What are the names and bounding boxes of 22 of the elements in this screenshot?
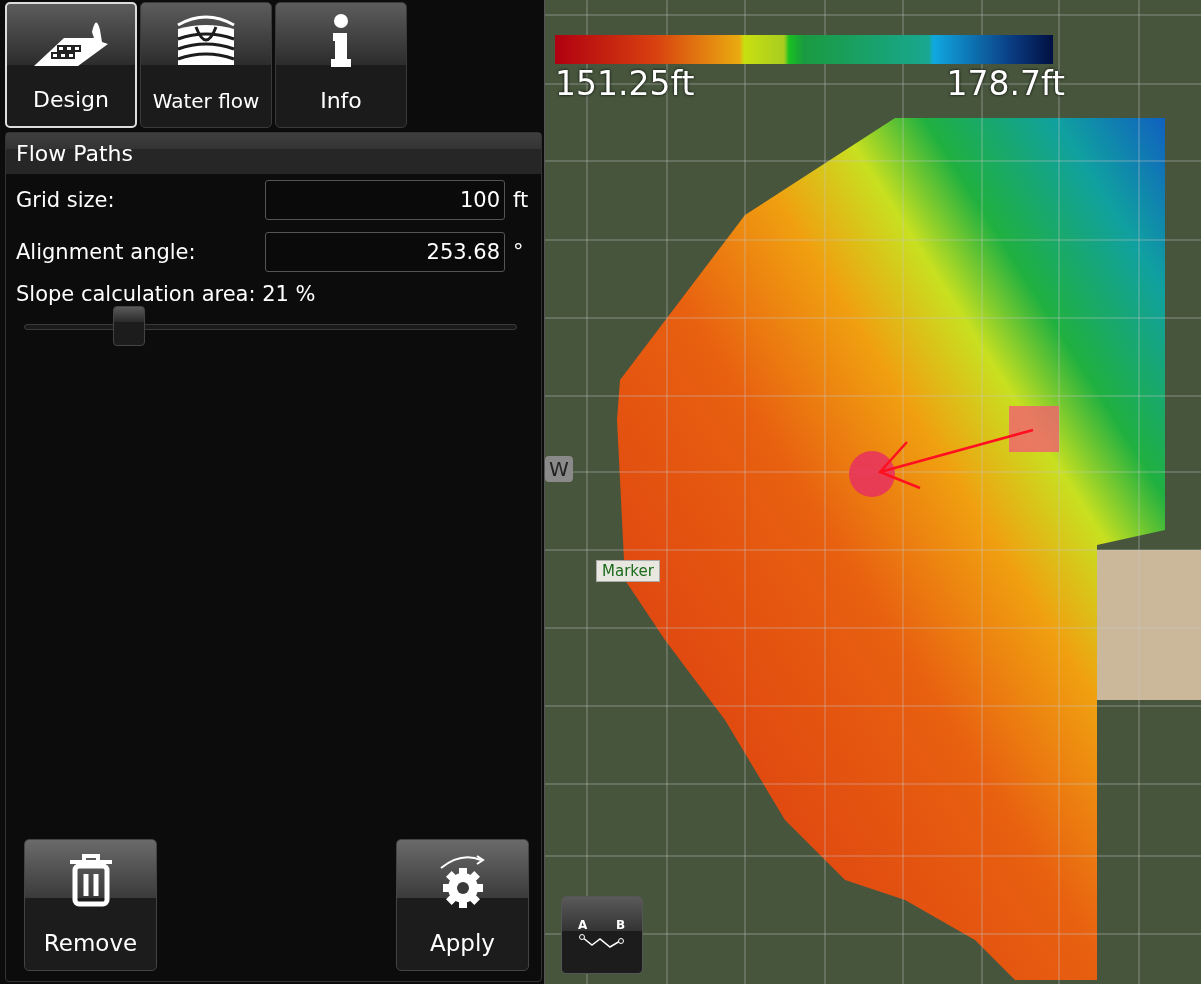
panel-title: Flow Paths — [6, 133, 541, 174]
unit-label: ° — [513, 240, 525, 264]
info-icon — [329, 13, 353, 69]
unit-label: ft — [513, 188, 530, 212]
legend-min-label: 151.25ft — [555, 64, 695, 103]
tab[interactable]: Info — [275, 2, 407, 128]
input-field[interactable]: 253.68 — [265, 232, 505, 272]
slider-thumb[interactable] — [113, 306, 146, 346]
tab[interactable]: Water flow — [140, 2, 272, 128]
end-point — [849, 451, 895, 497]
map-marker-label: Marker — [596, 560, 660, 582]
field-label: Grid size: — [16, 188, 116, 212]
input-field[interactable]: 100 — [265, 180, 505, 220]
action-button[interactable]: Apply — [396, 839, 529, 971]
slider-label: Slope calculation area: 21 % — [15, 281, 317, 308]
compass-label: W — [545, 456, 573, 482]
tab[interactable]: Design — [5, 2, 137, 128]
action-button[interactable]: Remove — [24, 839, 157, 971]
field-label: Alignment angle: — [16, 240, 197, 264]
profile-button[interactable]: A B — [561, 896, 643, 974]
legend-max-label: 178.7ft — [946, 64, 1065, 103]
start-square — [1009, 406, 1059, 452]
